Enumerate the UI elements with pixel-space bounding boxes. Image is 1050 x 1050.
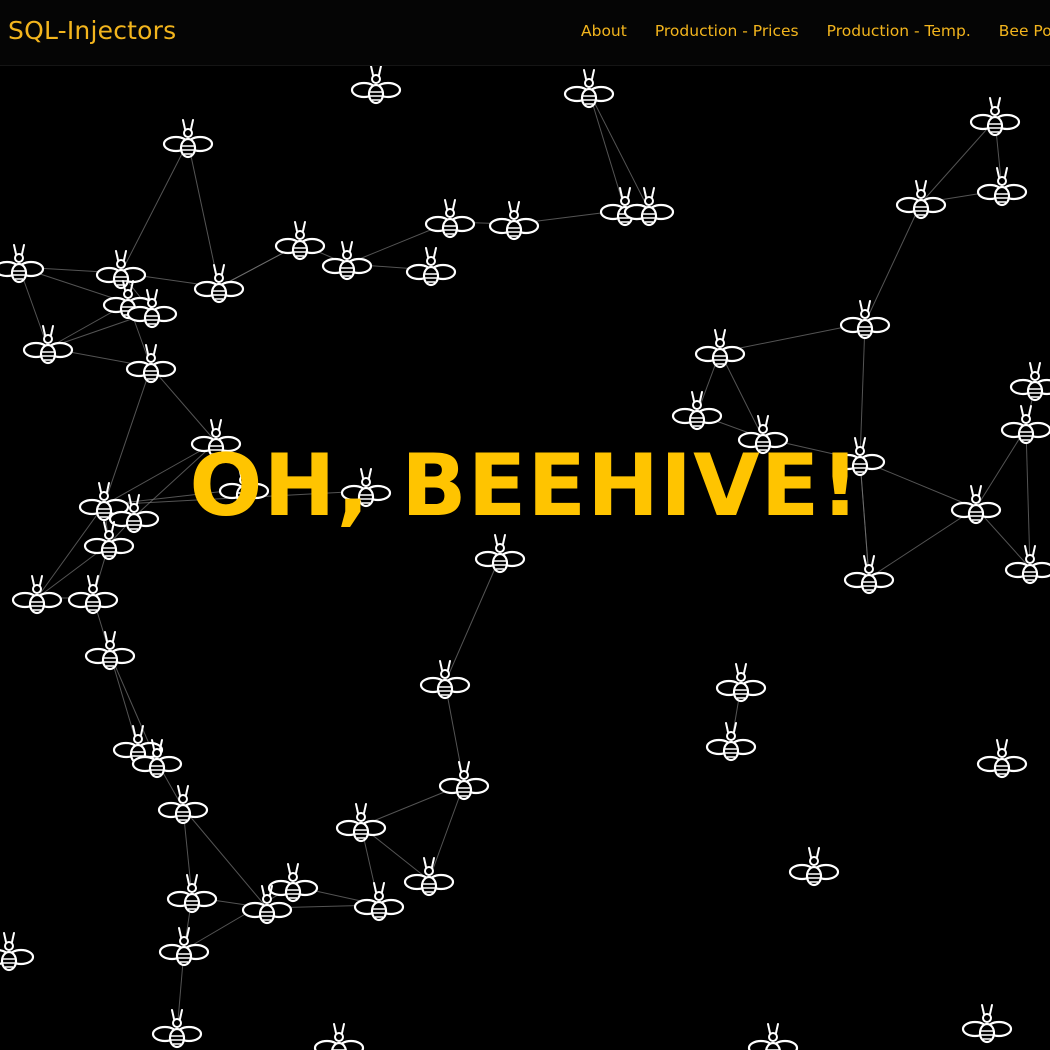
nav-link-about[interactable]: About xyxy=(567,22,641,40)
bee-icon xyxy=(267,862,319,903)
bee-icon xyxy=(335,802,387,843)
bee-icon xyxy=(67,574,119,615)
bee-icon xyxy=(84,630,136,671)
brand-logo[interactable]: SQL-Injectors xyxy=(8,16,176,45)
nav-link-production-prices[interactable]: Production - Prices xyxy=(641,22,813,40)
bee-icon xyxy=(747,1022,799,1050)
bee-icon xyxy=(1009,361,1050,402)
bee-icon xyxy=(162,118,214,159)
bee-icon xyxy=(563,68,615,109)
bee-icon xyxy=(623,186,675,227)
bee-icon xyxy=(961,1003,1013,1044)
bee-icon xyxy=(166,873,218,914)
network-edge xyxy=(588,91,626,211)
bee-icon xyxy=(350,66,402,105)
bee-icon xyxy=(705,721,757,762)
bee-icon xyxy=(488,200,540,241)
network-edge xyxy=(864,202,922,324)
bee-icon xyxy=(1004,544,1050,585)
bee-icon xyxy=(438,760,490,801)
bee-icon xyxy=(22,324,74,365)
bee-icon xyxy=(157,784,209,825)
bee-icon xyxy=(839,299,891,340)
bee-icon xyxy=(125,343,177,384)
bee-icon xyxy=(419,659,471,700)
bee-icon xyxy=(976,738,1028,779)
bee-icon xyxy=(11,574,63,615)
bee-icon xyxy=(0,243,45,284)
bee-icon xyxy=(424,198,476,239)
bee-icon xyxy=(151,1008,203,1049)
bee-icon xyxy=(193,263,245,304)
bee-icon xyxy=(895,179,947,220)
bee-icon xyxy=(1000,404,1050,445)
bee-icon xyxy=(353,881,405,922)
bee-icon xyxy=(0,931,35,972)
nav-links: About Production - Prices Production - T… xyxy=(567,22,1050,40)
bee-icon xyxy=(671,390,723,431)
bee-network xyxy=(0,66,1050,1050)
bee-icon xyxy=(843,554,895,595)
hero-title: OH, BEEHIVE! xyxy=(189,436,861,536)
network-edge xyxy=(428,783,465,881)
bee-icon xyxy=(405,246,457,287)
bee-icon xyxy=(95,249,147,290)
nav-link-production-temp[interactable]: Production - Temp. xyxy=(813,22,985,40)
bee-icon xyxy=(274,220,326,261)
bee-icon xyxy=(313,1022,365,1050)
bee-icon xyxy=(321,240,373,281)
network-edge xyxy=(120,141,189,274)
bee-icon xyxy=(474,533,526,574)
bee-icon xyxy=(694,328,746,369)
network-edge xyxy=(150,366,217,443)
nav-link-bee-population[interactable]: Bee Popu xyxy=(985,22,1050,40)
bee-icon xyxy=(126,288,178,329)
bee-icon xyxy=(403,856,455,897)
navbar: SQL-Injectors About Production - Prices … xyxy=(0,0,1050,66)
bee-nodes xyxy=(0,66,1050,1050)
bee-icon xyxy=(788,846,840,887)
network-edge xyxy=(588,91,650,211)
bee-icon xyxy=(715,662,767,703)
bee-icon xyxy=(976,166,1028,207)
bee-icon xyxy=(969,96,1021,137)
bee-icon xyxy=(158,926,210,967)
network-edge xyxy=(444,556,501,684)
